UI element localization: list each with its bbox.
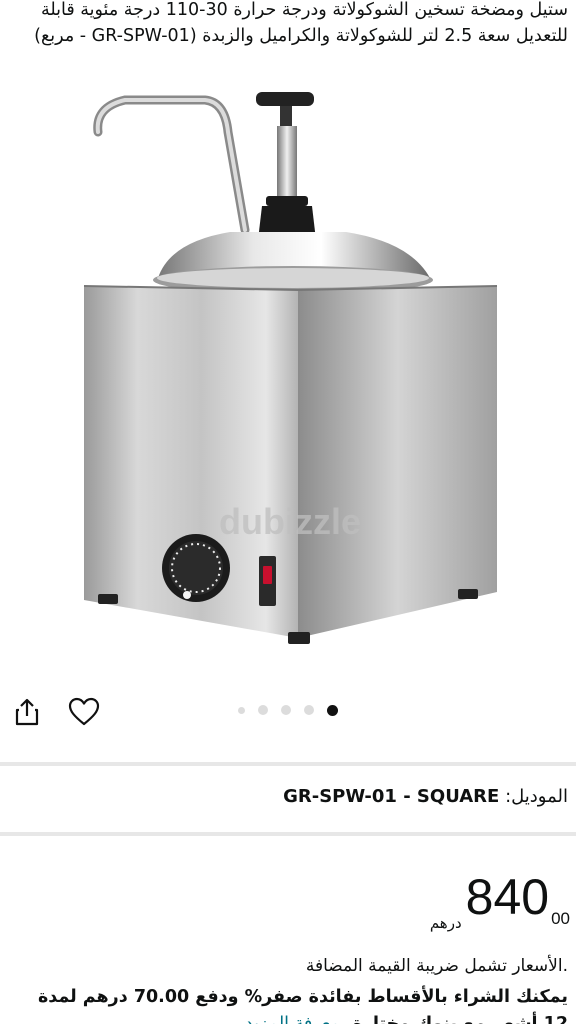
product-image-gallery[interactable]: dubizzle — [0, 72, 576, 672]
model-row: الموديل: GR-SPW-01 - SQUARE — [8, 786, 568, 807]
share-icon — [15, 698, 39, 726]
watermark: dubizzle — [219, 501, 361, 542]
gallery-dot[interactable] — [238, 706, 245, 714]
vat-note: .الأسعار تشمل ضريبة القيمة المضافة — [305, 956, 568, 976]
model-value: GR-SPW-01 - SQUARE — [283, 786, 500, 807]
section-divider — [0, 762, 576, 766]
product-title: ستيل ومضخة تسخين الشوكولاتة ودرجة حرارة … — [34, 0, 568, 46]
price-whole: 840 — [465, 869, 550, 925]
product-image[interactable]: dubizzle — [0, 72, 576, 672]
share-button[interactable] — [9, 694, 45, 730]
gallery-dot[interactable] — [281, 705, 291, 715]
gallery-pagination[interactable] — [238, 703, 338, 717]
favorite-button[interactable] — [66, 694, 102, 730]
heart-icon — [68, 697, 100, 726]
model-label: الموديل: — [505, 786, 568, 807]
price-currency: درهم — [429, 914, 462, 932]
price: درهم 840 00 — [430, 868, 570, 932]
price-fraction: 00 — [551, 909, 570, 928]
gallery-dot[interactable] — [258, 705, 268, 715]
installment-offer: يمكنك الشراء بالأقساط بفائدة صفر% ودفع 7… — [8, 984, 568, 1024]
section-divider — [0, 832, 576, 836]
gallery-dot[interactable] — [304, 705, 314, 715]
learn-more-link[interactable]: معرفة المزيد — [245, 1014, 340, 1024]
gallery-dot-active[interactable] — [327, 704, 338, 716]
product-page: ستيل ومضخة تسخين الشوكولاتة ودرجة حرارة … — [0, 0, 576, 1024]
